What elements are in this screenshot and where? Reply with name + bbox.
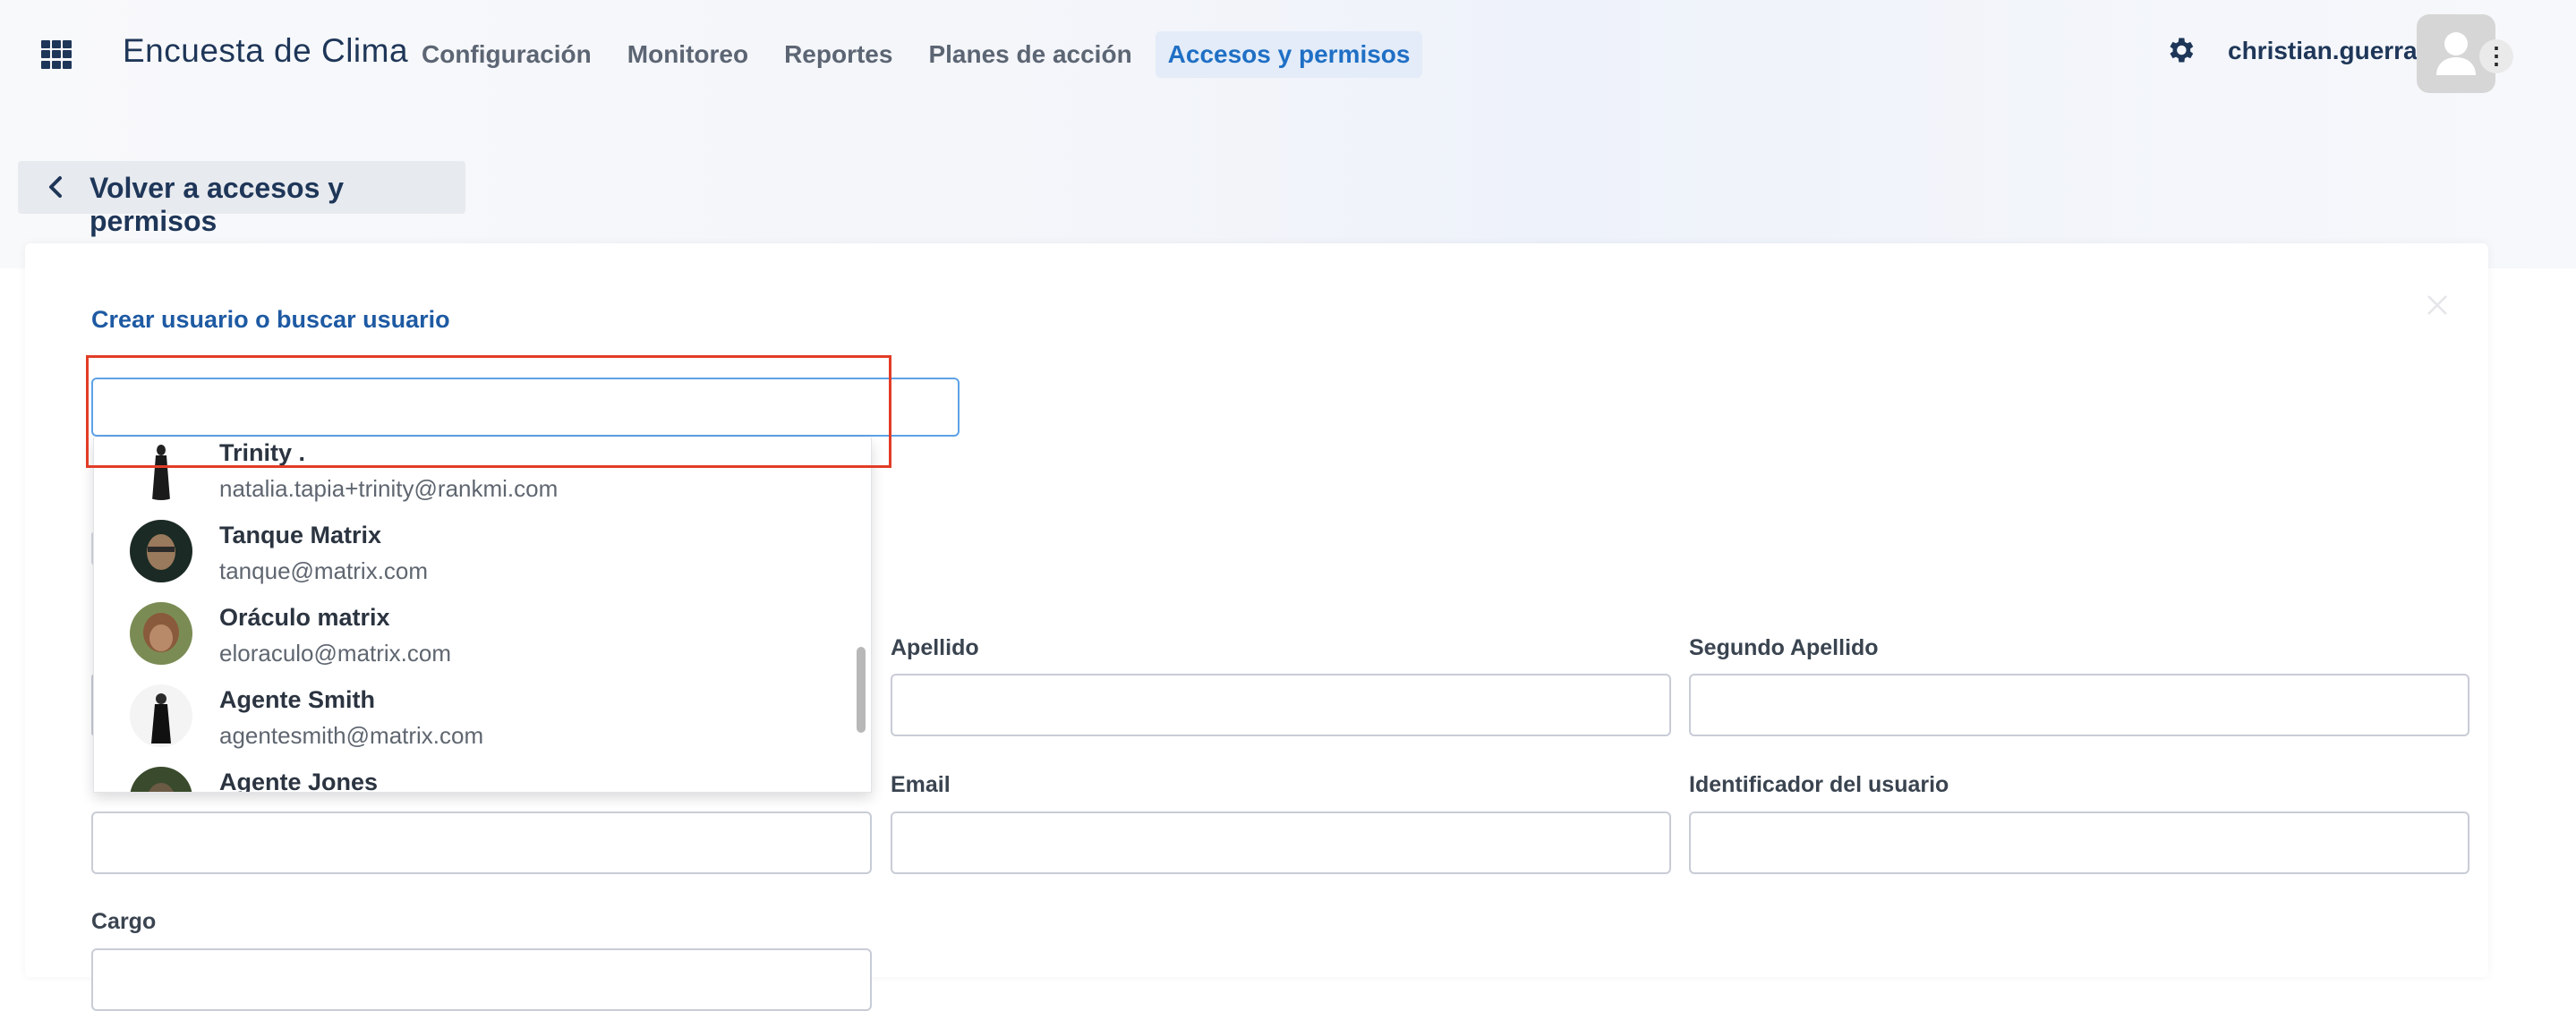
identificador-field[interactable] xyxy=(1689,811,2469,874)
app-title: Encuesta de Clima xyxy=(123,32,409,69)
option-name: Trinity . xyxy=(219,439,306,466)
user-search-dropdown: Trinity . natalia.tapia+trinity@rankmi.c… xyxy=(93,438,872,793)
back-button-label: Volver a accesos y permisos xyxy=(90,172,345,237)
chevron-left-icon xyxy=(49,176,62,198)
username[interactable]: christian.guerra xyxy=(2228,37,2418,65)
option-name: Oráculo matrix xyxy=(219,604,390,631)
apps-grid-icon[interactable] xyxy=(41,40,72,69)
nav-planes-de-accion[interactable]: Planes de acción xyxy=(916,31,1144,78)
main-nav: Configuración Monitoreo Reportes Planes … xyxy=(409,31,1433,78)
dropdown-scrollbar[interactable] xyxy=(857,647,866,733)
list-item[interactable]: Tanque Matrix tanque@matrix.com xyxy=(94,514,846,597)
top-navbar: Encuesta de Clima Configuración Monitore… xyxy=(0,0,2576,107)
avatar xyxy=(130,438,192,500)
avatar xyxy=(130,767,192,792)
gear-icon[interactable] xyxy=(2164,34,2196,66)
nav-monitoreo[interactable]: Monitoreo xyxy=(615,31,761,78)
avatar xyxy=(130,602,192,665)
list-item[interactable]: Trinity . natalia.tapia+trinity@rankmi.c… xyxy=(94,438,846,514)
segundo-apellido-field[interactable] xyxy=(1689,674,2469,736)
list-item[interactable]: Agente Jones xyxy=(94,761,846,793)
left-column-field[interactable] xyxy=(91,811,872,874)
avatar xyxy=(130,520,192,582)
option-email: natalia.tapia+trinity@rankmi.com xyxy=(219,475,559,502)
user-search-input[interactable] xyxy=(91,378,960,437)
section-title: Crear usuario o buscar usuario xyxy=(91,306,450,333)
avatar-menu-icon[interactable]: ⋮ xyxy=(2479,39,2513,73)
nav-configuracion[interactable]: Configuración xyxy=(409,31,604,78)
identificador-label: Identificador del usuario xyxy=(1689,772,1949,797)
list-item[interactable]: Agente Smith agentesmith@matrix.com xyxy=(94,679,846,761)
avatar xyxy=(130,684,192,747)
cargo-label: Cargo xyxy=(91,909,157,934)
cargo-field[interactable] xyxy=(91,948,872,1011)
nav-reportes[interactable]: Reportes xyxy=(772,31,905,78)
list-item[interactable]: Oráculo matrix eloraculo@matrix.com xyxy=(94,597,846,679)
segundo-apellido-label: Segundo Apellido xyxy=(1689,635,1879,660)
option-name: Agente Smith xyxy=(219,686,376,713)
back-button[interactable]: Volver a accesos y permisos xyxy=(18,161,465,237)
option-email: agentesmith@matrix.com xyxy=(219,722,484,749)
apellido-field[interactable] xyxy=(891,674,1671,736)
option-name: Tanque Matrix xyxy=(219,522,382,548)
nav-accesos-y-permisos[interactable]: Accesos y permisos xyxy=(1155,31,1423,78)
apellido-label: Apellido xyxy=(891,635,979,660)
option-email: tanque@matrix.com xyxy=(219,557,429,584)
option-email: eloraculo@matrix.com xyxy=(219,640,452,667)
email-field[interactable] xyxy=(891,811,1671,874)
option-name: Agente Jones xyxy=(219,769,379,793)
email-label: Email xyxy=(891,772,951,797)
close-icon[interactable] xyxy=(2426,293,2449,317)
